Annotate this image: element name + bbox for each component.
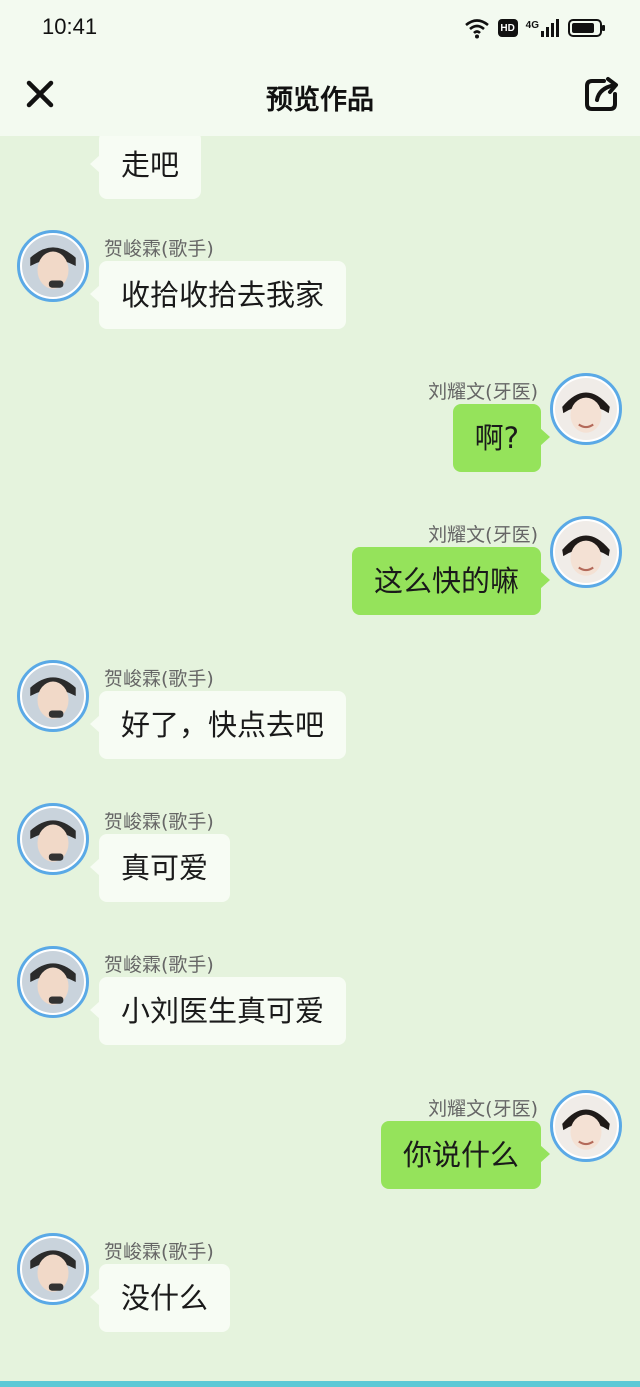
avatar-liu[interactable] bbox=[550, 1090, 622, 1162]
message-bubble[interactable]: 真可爱 bbox=[89, 834, 231, 902]
wifi-icon bbox=[464, 19, 489, 39]
hd-icon: HD bbox=[497, 19, 518, 37]
top-nav-bar: 预览作品 bbox=[0, 56, 640, 136]
message-bubble[interactable]: 好了，快点去吧 bbox=[89, 691, 347, 759]
cellular-signal-icon: 4G bbox=[526, 18, 560, 38]
battery-icon bbox=[568, 19, 605, 37]
sender-name: 贺峻霖(歌手) bbox=[104, 1241, 214, 1263]
page-title: 预览作品 bbox=[266, 85, 374, 116]
avatar-he[interactable] bbox=[17, 946, 89, 1018]
status-bar: 10:41 HD 4G bbox=[0, 0, 640, 56]
avatar-he[interactable] bbox=[17, 1233, 89, 1305]
share-icon[interactable] bbox=[582, 76, 620, 114]
message-bubble[interactable]: 你说什么 bbox=[380, 1121, 551, 1189]
avatar-liu[interactable] bbox=[550, 373, 622, 445]
message-bubble[interactable]: 走吧 bbox=[89, 131, 202, 199]
message-bubble[interactable]: 收拾收拾去我家 bbox=[89, 261, 347, 329]
message-bubble[interactable]: 小刘医生真可爱 bbox=[89, 977, 347, 1045]
chat-area[interactable]: 走吧 贺峻霖(歌手) 收拾收拾去我家 刘耀文(牙医) 啊? 刘耀文(牙医) 这么… bbox=[0, 0, 640, 1387]
sender-name: 刘耀文(牙医) bbox=[428, 381, 538, 403]
battery-level bbox=[572, 23, 595, 33]
avatar-liu[interactable] bbox=[550, 516, 622, 588]
avatar-he[interactable] bbox=[17, 803, 89, 875]
sender-name: 贺峻霖(歌手) bbox=[104, 668, 214, 690]
message-bubble[interactable]: 没什么 bbox=[89, 1264, 231, 1332]
signal-bars-icon bbox=[541, 19, 559, 37]
sender-name: 贺峻霖(歌手) bbox=[104, 954, 214, 976]
message-bubble[interactable]: 这么快的嘛 bbox=[351, 547, 551, 615]
status-icons: HD 4G bbox=[464, 14, 605, 42]
avatar-he[interactable] bbox=[17, 230, 89, 302]
sender-name: 贺峻霖(歌手) bbox=[104, 238, 214, 260]
sender-name: 刘耀文(牙医) bbox=[428, 1098, 538, 1120]
bottom-bar bbox=[0, 1381, 640, 1387]
network-type: 4G bbox=[525, 20, 539, 31]
sender-name: 贺峻霖(歌手) bbox=[104, 811, 214, 833]
status-time: 10:41 bbox=[42, 14, 98, 39]
message-bubble[interactable]: 啊? bbox=[452, 404, 551, 472]
avatar-he[interactable] bbox=[17, 660, 89, 732]
sender-name: 刘耀文(牙医) bbox=[428, 524, 538, 546]
